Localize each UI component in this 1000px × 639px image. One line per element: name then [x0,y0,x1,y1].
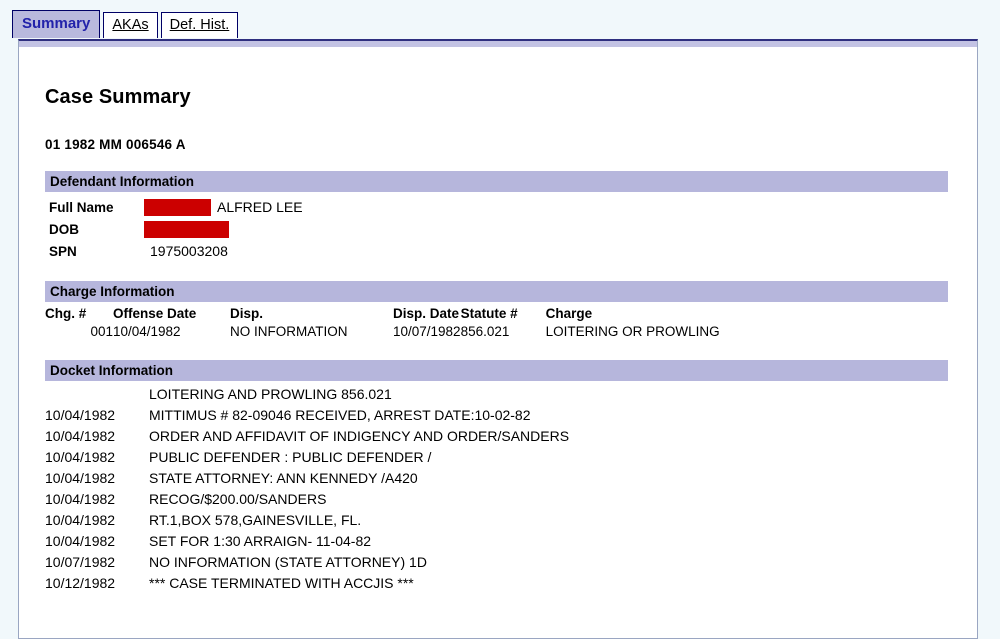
tab-def-hist[interactable]: Def. Hist. [160,12,239,38]
defendant-row-full-name: Full Name ALFRED LEE [45,196,951,218]
case-number: 01 1982 MM 006546 A [45,137,186,152]
charge-cell-charge: LOITERING OR PROWLING [545,324,720,339]
list-item: 10/04/1982 STATE ATTORNEY: ANN KENNEDY /… [45,468,569,489]
charge-cell-disp: NO INFORMATION [230,324,348,339]
defendant-value-dob [144,220,229,238]
charge-cell-chg-no: 001 [90,324,113,339]
docket-text: LOITERING AND PROWLING 856.021 [149,386,392,402]
charge-table-header-row: Chg. # Offense Date Disp. Disp. Date Sta… [45,305,720,323]
list-item: 10/04/1982 MITTIMUS # 82-09046 RECEIVED,… [45,405,569,426]
list-item: 10/04/1982 PUBLIC DEFENDER : PUBLIC DEFE… [45,447,569,468]
tab-akas[interactable]: AKAs [103,12,158,38]
charge-cell-disp-date: 10/07/1982 [393,324,461,339]
list-item: 10/07/1982 NO INFORMATION (STATE ATTORNE… [45,552,569,573]
docket-text: RT.1,BOX 578,GAINESVILLE, FL. [149,512,362,528]
docket-date: 10/04/1982 [45,449,116,465]
list-item: 10/04/1982 RECOG/$200.00/SANDERS [45,489,569,510]
defendant-label-dob: DOB [49,221,79,237]
charge-col-statute: Statute # [460,306,518,321]
tab-bar: Summary AKAs Def. Hist. [0,0,1000,40]
defendant-spn-text: 1975003208 [150,243,228,259]
docket-date: 10/04/1982 [45,470,116,486]
list-item: 10/04/1982 RT.1,BOX 578,GAINESVILLE, FL. [45,510,569,531]
docket-date: 10/04/1982 [45,533,116,549]
panel-content: Case Summary 01 1982 MM 006546 A Defenda… [19,86,977,594]
tab-list: Summary AKAs Def. Hist. [12,10,239,38]
docket-date: 10/07/1982 [45,554,116,570]
docket-table: LOITERING AND PROWLING 856.021 10/04/198… [45,384,569,594]
table-row: 001 10/04/1982 NO INFORMATION 10/07/1982… [45,323,720,341]
docket-text: NO INFORMATION (STATE ATTORNEY) 1D [149,554,427,570]
charge-cell-offense-date: 10/04/1982 [113,324,181,339]
docket-text: ORDER AND AFFIDAVIT OF INDIGENCY AND ORD… [149,428,570,444]
docket-date: 10/12/1982 [45,575,116,591]
list-item: LOITERING AND PROWLING 856.021 [45,384,569,405]
docket-text: *** CASE TERMINATED WITH ACCJIS *** [149,575,414,591]
docket-text: RECOG/$200.00/SANDERS [149,491,327,507]
list-item: 10/12/1982 *** CASE TERMINATED WITH ACCJ… [45,573,569,594]
case-summary-panel: Case Summary 01 1982 MM 006546 A Defenda… [18,39,978,639]
docket-date: 10/04/1982 [45,407,116,423]
defendant-name-text: ALFRED LEE [217,199,303,215]
tab-summary[interactable]: Summary [12,10,101,38]
charge-cell-statute: 856.021 [460,324,510,339]
docket-text: MITTIMUS # 82-09046 RECEIVED, ARREST DAT… [149,407,531,423]
defendant-value-spn: 1975003208 [144,243,228,259]
charge-table: Chg. # Offense Date Disp. Disp. Date Sta… [45,305,720,341]
charge-col-disp: Disp. [230,306,264,321]
defendant-row-spn: SPN 1975003208 [45,240,951,262]
section-header-defendant: Defendant Information [45,171,948,192]
defendant-label-full-name: Full Name [49,199,114,215]
page-title: Case Summary [45,86,191,108]
section-header-docket: Docket Information [45,360,948,381]
defendant-label-spn: SPN [49,243,77,259]
panel-top-strip [19,41,977,48]
charge-col-offense-date: Offense Date [113,306,197,321]
docket-text: SET FOR 1:30 ARRAIGN- 11-04-82 [149,533,372,549]
defendant-value-full-name: ALFRED LEE [144,198,303,216]
charge-col-chg-no: Chg. # [45,306,87,321]
charge-col-disp-date: Disp. Date [393,306,460,321]
list-item: 10/04/1982 SET FOR 1:30 ARRAIGN- 11-04-8… [45,531,569,552]
docket-date: 10/04/1982 [45,428,116,444]
list-item: 10/04/1982 ORDER AND AFFIDAVIT OF INDIGE… [45,426,569,447]
defendant-row-dob: DOB [45,218,951,240]
redaction-bar-dob [144,220,229,238]
docket-date: 10/04/1982 [45,491,116,507]
docket-date [45,384,149,405]
docket-text: PUBLIC DEFENDER : PUBLIC DEFENDER / [149,449,432,465]
docket-text: STATE ATTORNEY: ANN KENNEDY /A420 [149,470,418,486]
redaction-bar-full-name [144,198,211,216]
section-header-charge: Charge Information [45,281,948,302]
charge-col-charge: Charge [545,306,593,321]
docket-date: 10/04/1982 [45,512,116,528]
defendant-info: Full Name ALFRED LEE DOB SPN 1975003208 [45,196,951,262]
